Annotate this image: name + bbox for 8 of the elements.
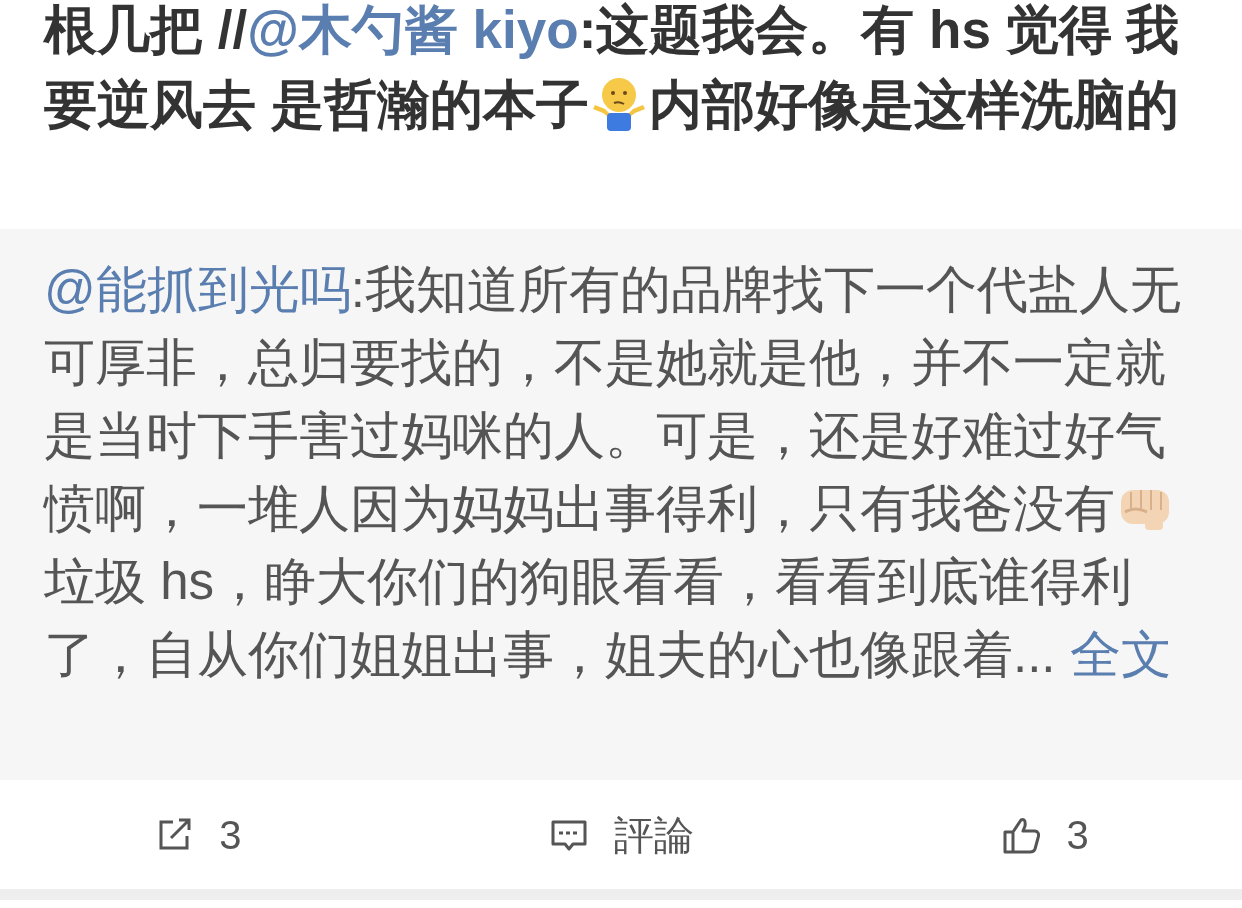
comment-button[interactable]: 評論 [540,804,702,865]
post-text: 根几把 //@木勺酱 kiyo:这题我会。有 hs 觉得 我要逆风去 是哲瀚的本子 内部好像是这样洗脑的 [44,0,1181,136]
like-button[interactable]: 3 [992,804,1097,865]
post-text: @能抓到光吗:我知道所有的品牌找下一个代盐人无可厚非，总归要找的，不是她就是他，并不一定就是当时下手害过妈咪的人。可是，还是好难过好气愤啊，一堆人因为妈妈出事得利，只有我爸没有 垃圾 hs，睁大你们的狗眼看看，看看到底谁得利了，自从你们姐姐出事，姐夫的心也像跟着... 全文 [44,260,1182,685]
user-mention-link[interactable]: @木勺酱 kiyo [247,0,579,59]
user-mention-link[interactable]: @能抓到光吗 [44,261,351,318]
repost-button[interactable]: 3 [145,804,250,865]
full-text-link[interactable]: 全文 [1055,626,1172,683]
